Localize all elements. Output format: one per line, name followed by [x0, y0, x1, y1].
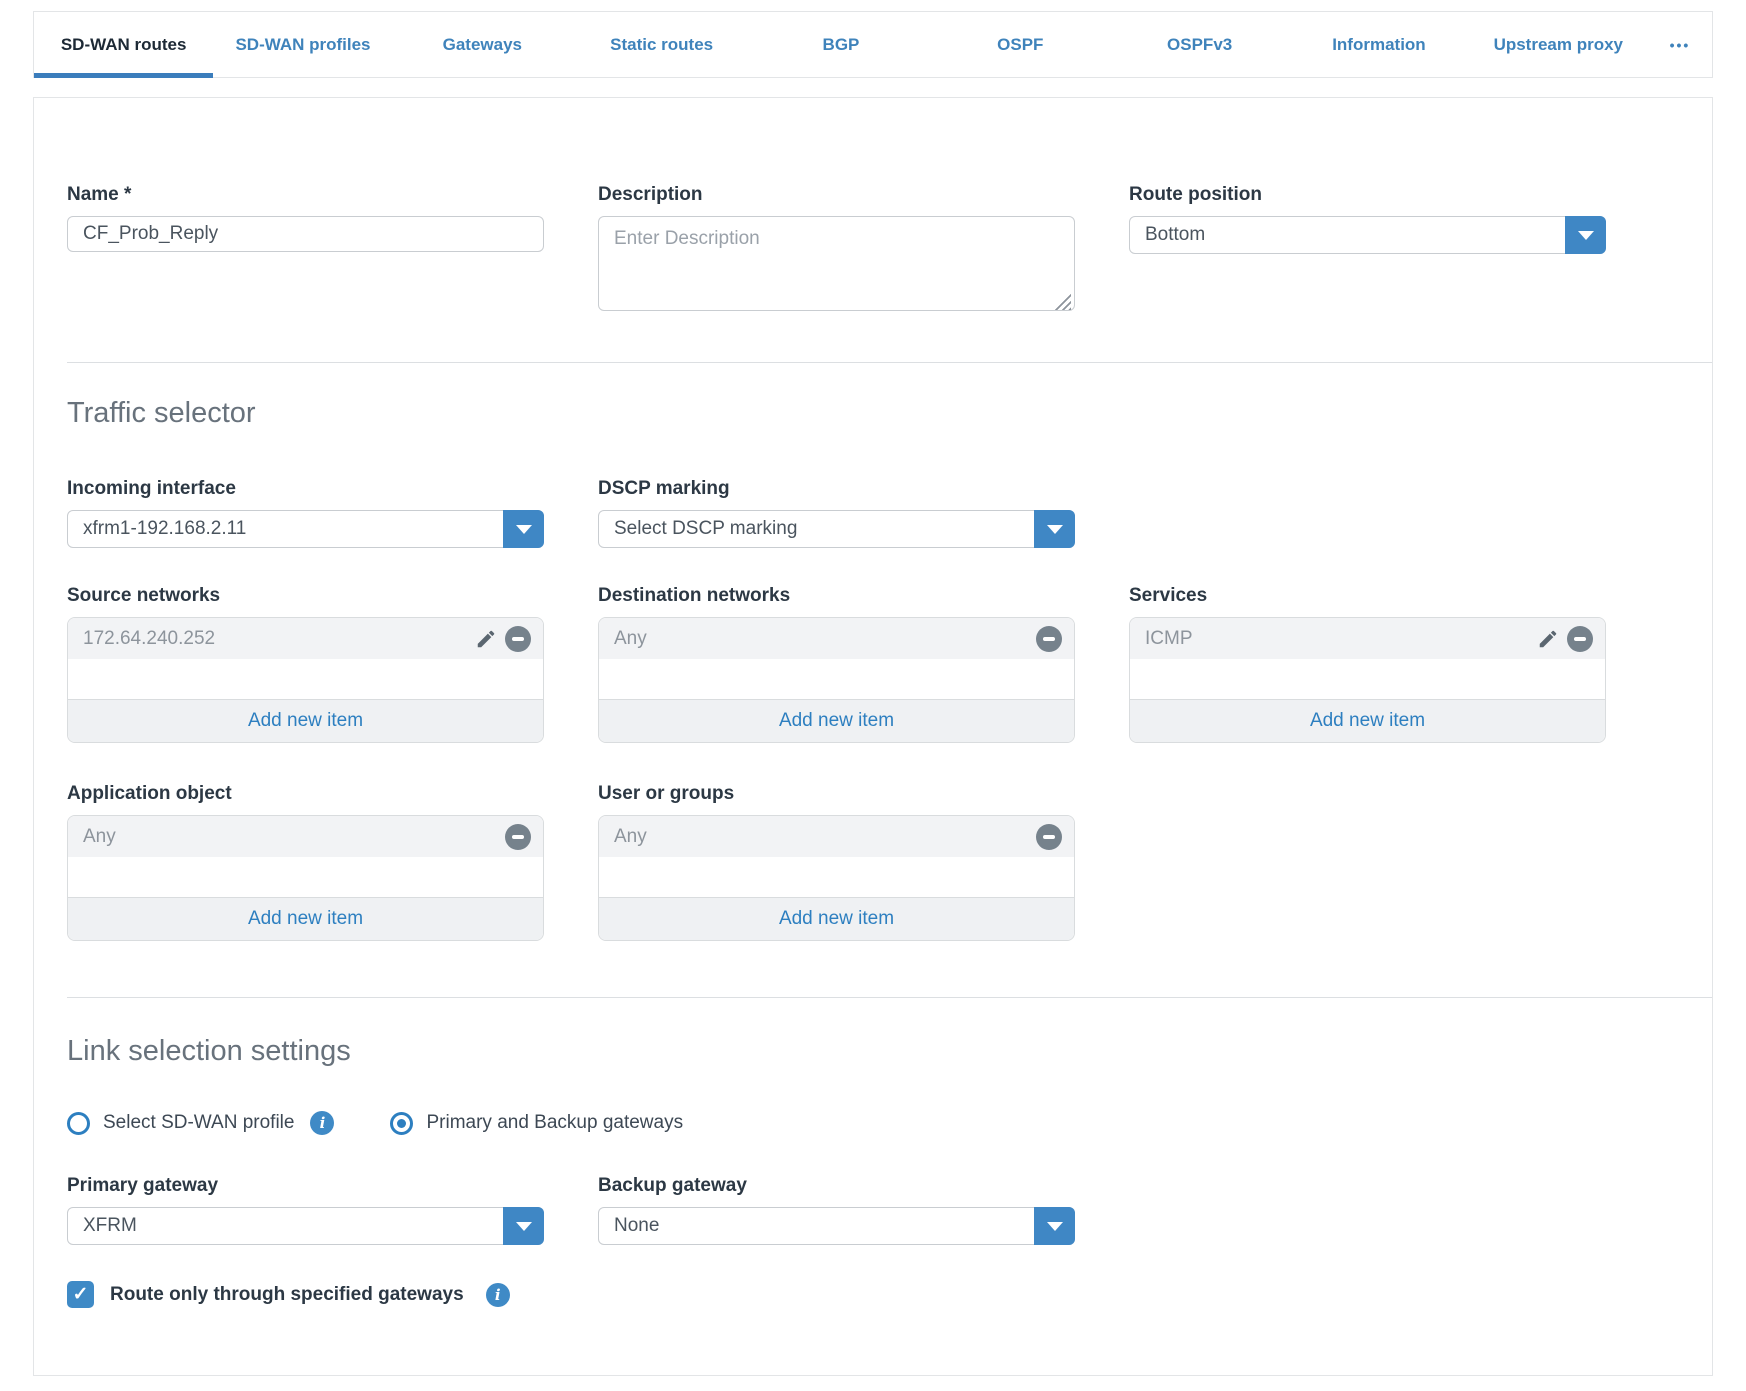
- route-position-value: Bottom: [1145, 224, 1205, 246]
- tab-upstream-proxy[interactable]: Upstream proxy: [1469, 12, 1648, 77]
- add-new-item-button[interactable]: Add new item: [68, 897, 543, 940]
- incoming-interface-value: xfrm1-192.168.2.11: [83, 518, 246, 540]
- list-item-value: 172.64.240.252: [83, 628, 215, 650]
- application-object-label: Application object: [67, 783, 544, 805]
- list-item: Any: [599, 618, 1074, 659]
- list-item: 172.64.240.252: [68, 618, 543, 659]
- tab-static-routes[interactable]: Static routes: [572, 12, 751, 77]
- list-item: Any: [599, 816, 1074, 857]
- list-item: ICMP: [1130, 618, 1605, 659]
- tab-sdwan-routes[interactable]: SD-WAN routes: [34, 12, 213, 77]
- primary-gateway-label: Primary gateway: [67, 1175, 544, 1197]
- primary-gateway-value: XFRM: [83, 1215, 137, 1237]
- tab-bgp[interactable]: BGP: [751, 12, 930, 77]
- tab-sdwan-profiles[interactable]: SD-WAN profiles: [213, 12, 392, 77]
- remove-icon[interactable]: [505, 626, 531, 652]
- tab-bar: SD-WAN routes SD-WAN profiles Gateways S…: [33, 11, 1713, 78]
- list-empty-area: [68, 659, 543, 699]
- add-new-item-button[interactable]: Add new item: [68, 699, 543, 742]
- check-icon: ✓: [73, 1283, 89, 1306]
- ellipsis-icon: •••: [1670, 37, 1691, 53]
- list-item: Any: [68, 816, 543, 857]
- user-or-groups-label: User or groups: [598, 783, 1075, 805]
- remove-icon[interactable]: [1036, 824, 1062, 850]
- dscp-marking-select[interactable]: Select DSCP marking: [598, 510, 1075, 548]
- info-icon[interactable]: i: [310, 1111, 334, 1135]
- dscp-marking-value: Select DSCP marking: [614, 518, 797, 540]
- tab-ospfv3[interactable]: OSPFv3: [1110, 12, 1289, 77]
- primary-gateway-select[interactable]: XFRM: [67, 1207, 544, 1245]
- list-empty-area: [599, 659, 1074, 699]
- source-networks-list: 172.64.240.252 Add new item: [67, 617, 544, 743]
- chevron-down-icon[interactable]: [503, 510, 544, 548]
- divider: [67, 362, 1712, 363]
- list-item-value: ICMP: [1145, 628, 1193, 650]
- tab-information[interactable]: Information: [1289, 12, 1468, 77]
- radio-select-sdwan-profile[interactable]: [67, 1112, 90, 1135]
- chevron-down-icon[interactable]: [1034, 510, 1075, 548]
- remove-icon[interactable]: [505, 824, 531, 850]
- radio-select-sdwan-profile-label: Select SD-WAN profile: [103, 1112, 294, 1134]
- description-textarea[interactable]: [598, 216, 1075, 311]
- radio-primary-backup-gateways[interactable]: [390, 1112, 413, 1135]
- edit-icon[interactable]: [1537, 628, 1559, 650]
- source-networks-label: Source networks: [67, 585, 544, 607]
- user-or-groups-list: Any Add new item: [598, 815, 1075, 941]
- chevron-down-icon[interactable]: [1565, 216, 1606, 254]
- route-only-checkbox[interactable]: ✓: [67, 1281, 94, 1308]
- more-tabs-button[interactable]: •••: [1648, 12, 1712, 77]
- application-object-list: Any Add new item: [67, 815, 544, 941]
- chevron-down-icon[interactable]: [503, 1207, 544, 1245]
- chevron-down-icon[interactable]: [1034, 1207, 1075, 1245]
- route-only-checkbox-label: Route only through specified gateways: [110, 1284, 464, 1306]
- incoming-interface-label: Incoming interface: [67, 478, 544, 500]
- backup-gateway-value: None: [614, 1215, 659, 1237]
- sdwan-route-form: Name * Description Route position Bottom…: [33, 97, 1713, 1376]
- backup-gateway-label: Backup gateway: [598, 1175, 1075, 1197]
- add-new-item-button[interactable]: Add new item: [599, 897, 1074, 940]
- radio-primary-backup-gateways-label: Primary and Backup gateways: [426, 1112, 683, 1134]
- backup-gateway-select[interactable]: None: [598, 1207, 1075, 1245]
- name-input[interactable]: [67, 216, 544, 252]
- list-empty-area: [68, 857, 543, 897]
- edit-icon[interactable]: [475, 628, 497, 650]
- description-label: Description: [598, 184, 1075, 206]
- add-new-item-button[interactable]: Add new item: [599, 699, 1074, 742]
- services-list: ICMP Add new item: [1129, 617, 1606, 743]
- list-item-value: Any: [83, 826, 116, 848]
- list-empty-area: [599, 857, 1074, 897]
- dscp-marking-label: DSCP marking: [598, 478, 1075, 500]
- traffic-selector-heading: Traffic selector: [67, 399, 1679, 428]
- remove-icon[interactable]: [1567, 626, 1593, 652]
- info-icon[interactable]: i: [486, 1283, 510, 1307]
- destination-networks-label: Destination networks: [598, 585, 1075, 607]
- route-position-select[interactable]: Bottom: [1129, 216, 1606, 254]
- tab-gateways[interactable]: Gateways: [393, 12, 572, 77]
- services-label: Services: [1129, 585, 1606, 607]
- incoming-interface-select[interactable]: xfrm1-192.168.2.11: [67, 510, 544, 548]
- link-selection-heading: Link selection settings: [67, 1037, 1679, 1066]
- list-empty-area: [1130, 659, 1605, 699]
- route-position-label: Route position: [1129, 184, 1606, 206]
- tab-ospf[interactable]: OSPF: [931, 12, 1110, 77]
- remove-icon[interactable]: [1036, 626, 1062, 652]
- name-label: Name *: [67, 184, 544, 206]
- add-new-item-button[interactable]: Add new item: [1130, 699, 1605, 742]
- list-item-value: Any: [614, 628, 647, 650]
- destination-networks-list: Any Add new item: [598, 617, 1075, 743]
- divider: [67, 997, 1712, 998]
- list-item-value: Any: [614, 826, 647, 848]
